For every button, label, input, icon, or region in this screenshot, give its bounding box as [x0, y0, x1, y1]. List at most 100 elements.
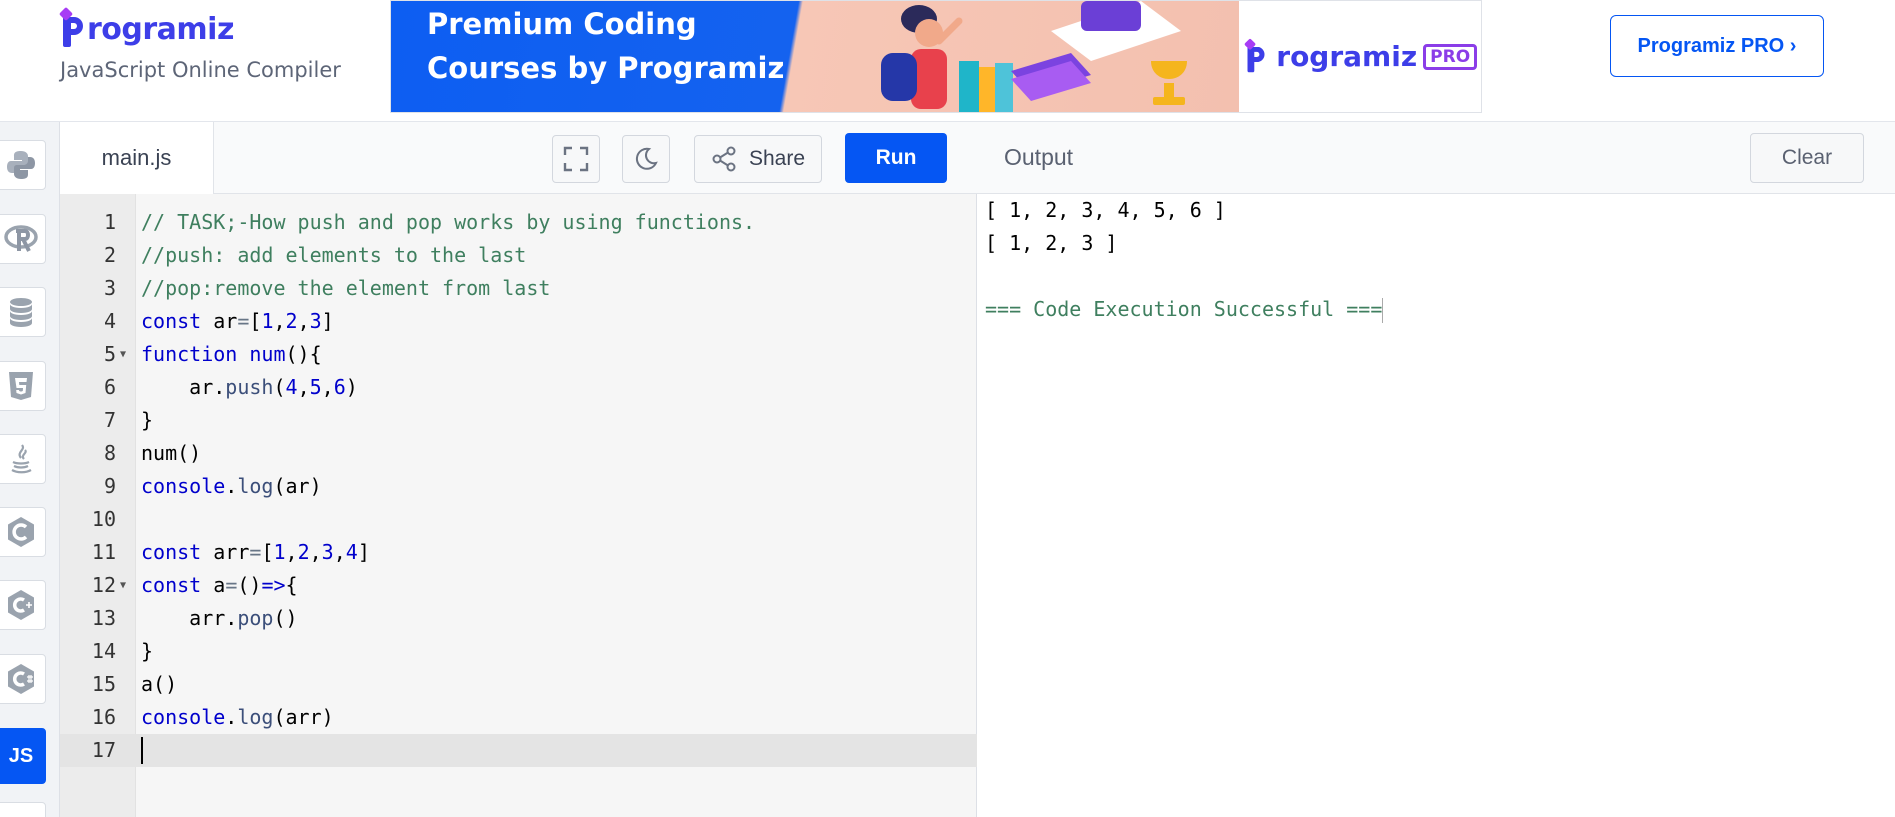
code-text: arr.pop()	[141, 606, 298, 630]
run-button[interactable]: Run	[845, 133, 947, 183]
language-sidebar: JS	[0, 122, 60, 817]
line-number: 17	[91, 738, 116, 762]
code-text: // TASK;-How push and pop works by using…	[141, 210, 756, 234]
code-text: console.log(arr)	[141, 705, 334, 729]
programiz-logo-icon	[58, 6, 86, 49]
logo-text: rogramiz	[87, 11, 234, 47]
csharp-icon	[8, 664, 34, 694]
code-line[interactable]: 4 const ar=[1,2,3]	[60, 305, 977, 338]
output-line: [ 1, 2, 3, 4, 5, 6 ]	[985, 198, 1226, 222]
line-number: 9	[103, 474, 116, 498]
code-line[interactable]: 16 console.log(arr)	[60, 701, 977, 734]
code-text: num()	[141, 441, 202, 465]
code-line[interactable]: 10	[60, 503, 977, 536]
code-text: //push: add elements to the last	[141, 243, 527, 267]
lang-c-button[interactable]	[0, 507, 46, 557]
ad-banner[interactable]: Premium Coding Courses by Programiz rogr…	[390, 0, 1482, 113]
banner-promo[interactable]: Premium Coding Courses by Programiz	[391, 1, 1240, 112]
fullscreen-icon	[563, 146, 589, 172]
html5-icon	[9, 372, 33, 400]
output-success-text: === Code Execution Successful ===	[985, 297, 1383, 321]
file-tab-main-js[interactable]: main.js	[60, 122, 214, 194]
cpp-icon	[8, 590, 34, 620]
lang-r-button[interactable]	[0, 214, 46, 264]
lang-csharp-button[interactable]	[0, 654, 46, 704]
code-editor[interactable]: 1 // TASK;-How push and pop works by usin…	[60, 194, 977, 817]
banner-illustration	[881, 1, 1187, 112]
c-icon	[8, 517, 34, 547]
line-number: 12	[91, 573, 116, 597]
code-text: //pop:remove the element from last	[141, 276, 551, 300]
code-text: }	[141, 408, 154, 432]
code-line[interactable]: 8 num()	[60, 437, 977, 470]
code-line[interactable]: 2 //push: add elements to the last	[60, 239, 977, 272]
banner-title-line2: Courses by Programiz	[427, 51, 785, 85]
banner-title-line1: Premium Coding	[427, 7, 697, 41]
code-line[interactable]: 12 ▼ const a=()=>{	[60, 569, 977, 602]
line-number: 15	[91, 672, 116, 696]
programiz-pro-button[interactable]: Programiz PRO ›	[1610, 15, 1824, 77]
code-line[interactable]: 11 const arr=[1,2,3,4]	[60, 536, 977, 569]
code-line[interactable]: 13 arr.pop()	[60, 602, 977, 635]
line-number: 8	[103, 441, 116, 465]
clear-button[interactable]: Clear	[1750, 133, 1864, 183]
code-line[interactable]: 1 // TASK;-How push and pop works by usin…	[60, 206, 977, 239]
line-number: 5	[103, 342, 116, 366]
share-button[interactable]: Share	[694, 135, 822, 183]
code-text: const a=()=>{	[141, 573, 298, 597]
share-icon	[712, 146, 736, 172]
code-line[interactable]: 14}	[60, 635, 977, 668]
output-pane: Output Clear [ 1, 2, 3, 4, 5, 6 ] [ 1, 2…	[977, 122, 1895, 817]
code-line[interactable]: 9 console.log(ar)	[60, 470, 977, 503]
fold-arrow-icon[interactable]: ▼	[120, 569, 126, 602]
lang-javascript-button[interactable]: JS	[0, 728, 46, 784]
lang-sql-button[interactable]	[0, 287, 46, 337]
python-icon	[7, 151, 35, 179]
pro-logo-text: rogramiz	[1276, 40, 1418, 73]
line-number: 1	[103, 210, 116, 234]
code-line[interactable]: 15 a()	[60, 668, 977, 701]
editor-pane: main.js Share Run 1 // TASK;-How push and…	[60, 122, 977, 817]
output-toolbar: Output Clear	[977, 122, 1895, 194]
code-line[interactable]: 5 ▼ function num(){	[60, 338, 977, 371]
code-text: }	[141, 639, 154, 663]
editor-toolbar: main.js Share Run	[60, 122, 977, 194]
database-icon	[10, 298, 32, 327]
r-icon	[4, 225, 38, 252]
code-line[interactable]: 17	[60, 734, 977, 767]
page-subtitle: JavaScript Online Compiler	[60, 58, 341, 82]
output-title: Output	[1004, 144, 1074, 170]
fullscreen-button[interactable]	[552, 135, 600, 183]
line-number: 14	[91, 639, 116, 663]
moon-icon	[635, 147, 658, 170]
programiz-logo[interactable]: rogramiz	[58, 6, 234, 52]
banner-pro-logo[interactable]: rogramiz PRO	[1239, 1, 1481, 112]
code-text: console.log(ar)	[141, 474, 322, 498]
code-line[interactable]: 7}	[60, 404, 977, 437]
line-number: 13	[91, 606, 116, 630]
lang-python-button[interactable]	[0, 140, 46, 190]
lang-more-button[interactable]	[0, 802, 46, 817]
header: rogramiz JavaScript Online Compiler Prem…	[0, 0, 1895, 122]
output-caret	[1382, 298, 1384, 323]
code-text: function num(){	[141, 342, 322, 366]
code-text: a()	[141, 672, 178, 696]
code-text: const arr=[1,2,3,4]	[141, 540, 370, 564]
text-cursor	[141, 737, 143, 764]
line-number: 16	[91, 705, 116, 729]
output-success-message: === Code Execution Successful ===	[985, 293, 1384, 326]
output-line: [ 1, 2, 3 ]	[985, 231, 1118, 255]
line-number: 11	[91, 540, 116, 564]
code-line[interactable]: 3 //pop:remove the element from last	[60, 272, 977, 305]
theme-toggle-button[interactable]	[622, 135, 670, 183]
lang-cpp-button[interactable]	[0, 580, 46, 630]
line-number: 6	[103, 375, 116, 399]
code-line[interactable]: 6 ar.push(4,5,6)	[60, 371, 977, 404]
js-label: JS	[8, 744, 34, 767]
fold-arrow-icon[interactable]: ▼	[120, 338, 126, 371]
pro-badge: PRO	[1423, 43, 1478, 70]
lang-java-button[interactable]	[0, 434, 46, 484]
line-number: 10	[91, 507, 116, 531]
share-label: Share	[748, 147, 806, 170]
lang-html-button[interactable]	[0, 361, 46, 411]
